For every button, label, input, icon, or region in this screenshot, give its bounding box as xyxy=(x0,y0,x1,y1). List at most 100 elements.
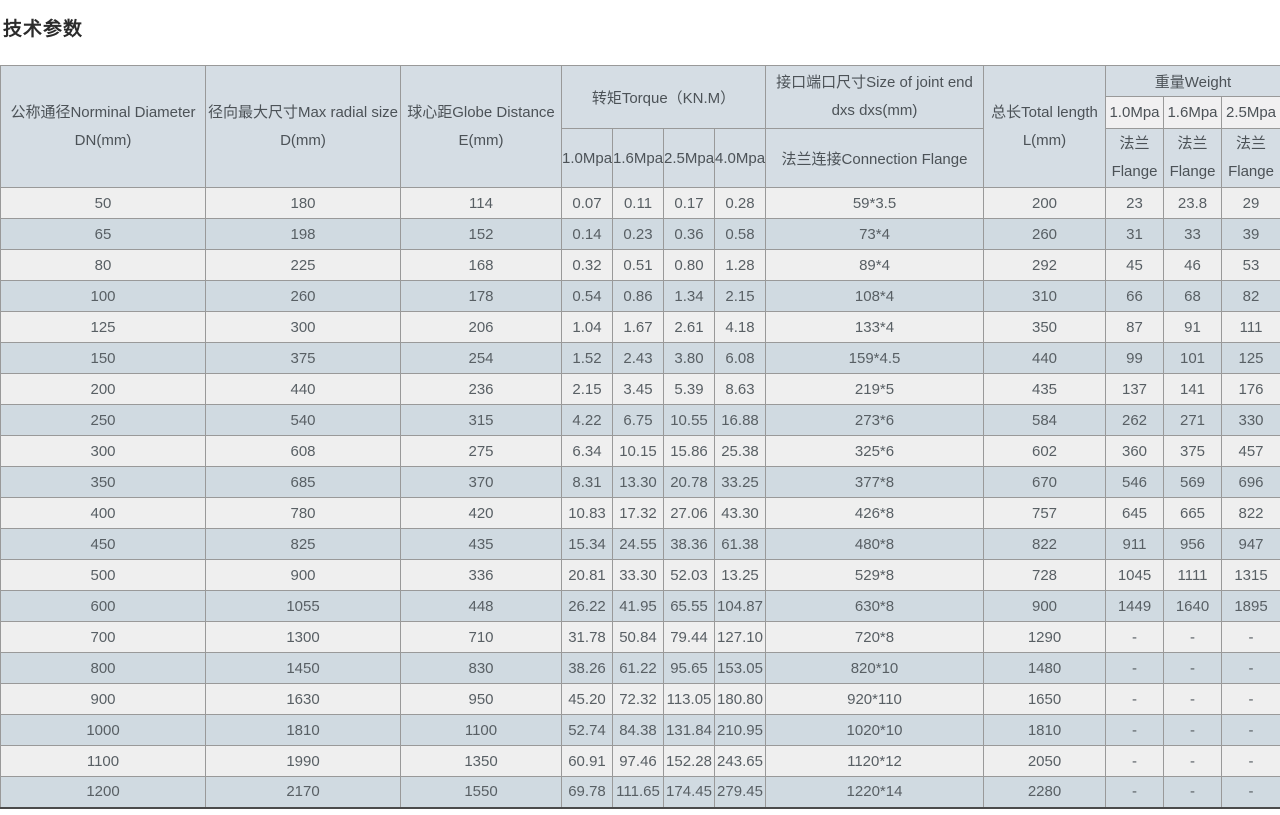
col-header-total-length-line2: L(mm) xyxy=(984,127,1105,155)
table-cell: 608 xyxy=(206,436,401,467)
table-cell: 100 xyxy=(1,281,206,312)
table-cell: 800 xyxy=(1,653,206,684)
table-cell: 41.95 xyxy=(613,591,664,622)
table-cell: 300 xyxy=(1,436,206,467)
table-cell: - xyxy=(1222,777,1280,808)
table-cell: 152.28 xyxy=(664,746,715,777)
table-cell: 448 xyxy=(401,591,562,622)
table-cell: 43.30 xyxy=(715,498,766,529)
col-header-flange-2-5mpa: 法兰 Flange xyxy=(1222,129,1280,188)
table-cell: 1810 xyxy=(206,715,401,746)
table-cell: 310 xyxy=(984,281,1106,312)
table-cell: 200 xyxy=(984,188,1106,219)
table-cell: - xyxy=(1222,746,1280,777)
table-cell: 3.45 xyxy=(613,374,664,405)
table-cell: 38.36 xyxy=(664,529,715,560)
col-header-nominal-diameter-line2: DN(mm) xyxy=(1,127,205,155)
table-cell: 1350 xyxy=(401,746,562,777)
table-row: 3506853708.3113.3020.7833.25377*86705465… xyxy=(1,467,1280,498)
table-cell: 900 xyxy=(1,684,206,715)
table-cell: 15.34 xyxy=(562,529,613,560)
col-header-joint-end-size-line1: 接口端口尺寸Size of joint end xyxy=(766,69,983,97)
table-cell: 820*10 xyxy=(766,653,984,684)
table-cell: 360 xyxy=(1106,436,1164,467)
table-cell: 670 xyxy=(984,467,1106,498)
table-cell: 0.80 xyxy=(664,250,715,281)
table-cell: - xyxy=(1222,622,1280,653)
table-cell: 82 xyxy=(1222,281,1280,312)
table-cell: 0.86 xyxy=(613,281,664,312)
table-cell: 700 xyxy=(1,622,206,653)
col-header-globe-distance-line2: E(mm) xyxy=(401,127,561,155)
table-cell: 1.34 xyxy=(664,281,715,312)
table-cell: 426*8 xyxy=(766,498,984,529)
table-body: 501801140.070.110.170.2859*3.52002323.82… xyxy=(1,188,1280,808)
table-cell: 1550 xyxy=(401,777,562,808)
table-row: 1503752541.522.433.806.08159*4.544099101… xyxy=(1,343,1280,374)
table-cell: - xyxy=(1164,684,1222,715)
table-cell: 546 xyxy=(1106,467,1164,498)
col-header-torque-2-5mpa: 2.5Mpa xyxy=(664,129,715,188)
table-cell: 1650 xyxy=(984,684,1106,715)
table-row: 600105544826.2241.9565.55104.87630*89001… xyxy=(1,591,1280,622)
table-cell: 174.45 xyxy=(664,777,715,808)
table-cell: 0.54 xyxy=(562,281,613,312)
table-cell: 529*8 xyxy=(766,560,984,591)
table-cell: 1.67 xyxy=(613,312,664,343)
table-cell: 236 xyxy=(401,374,562,405)
table-cell: 127.10 xyxy=(715,622,766,653)
page-title: 技术参数 xyxy=(0,0,1280,41)
table-cell: 2.15 xyxy=(562,374,613,405)
table-cell: 152 xyxy=(401,219,562,250)
col-header-flange-1-0mpa: 法兰 Flange xyxy=(1106,129,1164,188)
table-cell: 23.8 xyxy=(1164,188,1222,219)
table-row: 10001810110052.7484.38131.84210.951020*1… xyxy=(1,715,1280,746)
col-header-connection-flange: 法兰连接Connection Flange xyxy=(766,129,984,188)
table-cell: 911 xyxy=(1106,529,1164,560)
flange-label-en: Flange xyxy=(1222,158,1280,186)
table-cell: 720*8 xyxy=(766,622,984,653)
table-cell: 26.22 xyxy=(562,591,613,622)
table-cell: 1045 xyxy=(1106,560,1164,591)
table-cell: 1.28 xyxy=(715,250,766,281)
table-cell: - xyxy=(1106,684,1164,715)
table-cell: 10.15 xyxy=(613,436,664,467)
table-cell: 31.78 xyxy=(562,622,613,653)
table-cell: 68 xyxy=(1164,281,1222,312)
table-cell: 16.88 xyxy=(715,405,766,436)
table-cell: 1449 xyxy=(1106,591,1164,622)
table-cell: 101 xyxy=(1164,343,1222,374)
table-cell: 0.07 xyxy=(562,188,613,219)
table-cell: 6.75 xyxy=(613,405,664,436)
table-cell: 133*4 xyxy=(766,312,984,343)
table-cell: 0.11 xyxy=(613,188,664,219)
table-cell: - xyxy=(1222,715,1280,746)
table-cell: 111.65 xyxy=(613,777,664,808)
table-cell: 104.87 xyxy=(715,591,766,622)
table-cell: 315 xyxy=(401,405,562,436)
table-cell: 79.44 xyxy=(664,622,715,653)
table-cell: 262 xyxy=(1106,405,1164,436)
table-row: 1002601780.540.861.342.15108*4310666882 xyxy=(1,281,1280,312)
table-row: 11001990135060.9197.46152.28243.651120*1… xyxy=(1,746,1280,777)
col-header-weight-1-0mpa: 1.0Mpa xyxy=(1106,97,1164,129)
table-cell: 168 xyxy=(401,250,562,281)
table-cell: 13.25 xyxy=(715,560,766,591)
table-cell: 1111 xyxy=(1164,560,1222,591)
table-cell: 243.65 xyxy=(715,746,766,777)
table-row: 802251680.320.510.801.2889*4292454653 xyxy=(1,250,1280,281)
col-header-max-radial-size-line1: 径向最大尺寸Max radial size xyxy=(206,99,400,127)
table-row: 2004402362.153.455.398.63219*54351371411… xyxy=(1,374,1280,405)
table-cell: - xyxy=(1106,653,1164,684)
table-cell: 279.45 xyxy=(715,777,766,808)
table-cell: 60.91 xyxy=(562,746,613,777)
table-cell: - xyxy=(1164,622,1222,653)
table-cell: 95.65 xyxy=(664,653,715,684)
col-header-weight-1-6mpa: 1.6Mpa xyxy=(1164,97,1222,129)
table-cell: 6.34 xyxy=(562,436,613,467)
table-cell: 91 xyxy=(1164,312,1222,343)
table-cell: 200 xyxy=(1,374,206,405)
table-cell: 2.61 xyxy=(664,312,715,343)
table-cell: 111 xyxy=(1222,312,1280,343)
table-cell: 300 xyxy=(206,312,401,343)
